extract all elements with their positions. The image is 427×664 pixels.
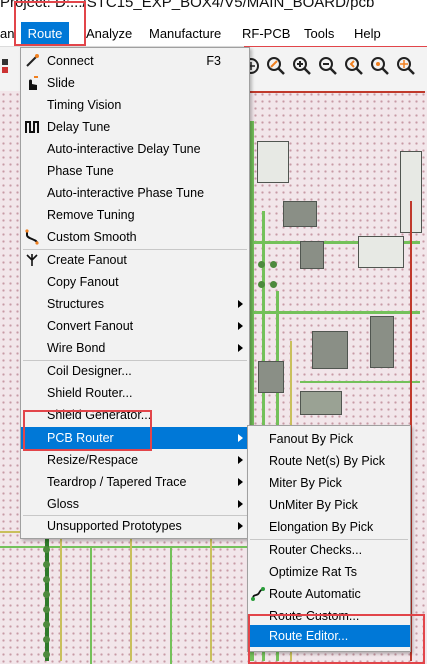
pcb-trace xyxy=(90,546,92,664)
pcb-pad xyxy=(258,281,265,288)
submenu-item-fanout-by-pick[interactable]: Fanout By Pick xyxy=(248,428,410,450)
pcb-pad xyxy=(258,261,265,268)
submenu-item-route-automatic[interactable]: Route Automatic xyxy=(248,583,410,605)
pcb-pad xyxy=(43,621,50,628)
pcb-component xyxy=(300,241,324,269)
menu-item-remove-tuning[interactable]: Remove Tuning xyxy=(21,204,249,226)
pcb-router-submenu: Fanout By Pick Route Net(s) By Pick Mite… xyxy=(247,425,411,652)
submenu-item-route-custom[interactable]: Route Custom... xyxy=(248,605,410,627)
pcb-pad xyxy=(43,561,50,568)
menu-rf-pcb[interactable]: RF-PCB xyxy=(236,22,296,46)
menu-item-connect[interactable]: Connect F3 xyxy=(21,50,249,72)
zoom-fit-icon[interactable] xyxy=(395,55,417,77)
pcb-component xyxy=(300,391,342,415)
pcb-pad xyxy=(43,591,50,598)
zoom-points-icon[interactable] xyxy=(265,55,287,77)
submenu-item-route-editor[interactable]: Route Editor... xyxy=(248,625,410,647)
submenu-item-route-nets-by-pick[interactable]: Route Net(s) By Pick xyxy=(248,450,410,472)
menu-item-resize-respace[interactable]: Resize/Respace xyxy=(21,449,249,471)
submenu-item-router-checks[interactable]: Router Checks... xyxy=(248,539,410,561)
pcb-pad xyxy=(43,636,50,643)
custom-smooth-icon xyxy=(24,229,40,245)
menu-help[interactable]: Help xyxy=(348,22,387,46)
window-title: Project: D:.../STC15_EXP_BOX4/V5/MAIN_BO… xyxy=(0,0,375,11)
submenu-arrow-icon xyxy=(238,434,243,442)
menu-item-structures[interactable]: Structures xyxy=(21,293,249,315)
pcb-component xyxy=(312,331,348,369)
menu-item-pcb-router[interactable]: PCB Router xyxy=(21,427,249,449)
menu-item-convert-fanout[interactable]: Convert Fanout xyxy=(21,315,249,337)
zoom-out-icon[interactable] xyxy=(317,55,339,77)
menu-route[interactable]: Route xyxy=(21,22,69,46)
pcb-component xyxy=(257,141,289,183)
pcb-pad xyxy=(270,261,277,268)
menu-file-partial[interactable]: an xyxy=(0,22,20,46)
window-title-bar: Project: D:.../STC15_EXP_BOX4/V5/MAIN_BO… xyxy=(0,0,427,22)
pcb-trace xyxy=(0,546,250,548)
menu-item-phase-tune[interactable]: Phase Tune xyxy=(21,160,249,182)
pcb-pad xyxy=(270,281,277,288)
menu-tools[interactable]: Tools xyxy=(298,22,340,46)
pcb-trace xyxy=(300,381,420,383)
zoom-previous-icon[interactable] xyxy=(343,55,365,77)
menu-item-unsupported-prototypes[interactable]: Unsupported Prototypes xyxy=(21,515,249,537)
route-automatic-icon xyxy=(250,586,266,602)
menu-item-gloss[interactable]: Gloss xyxy=(21,493,249,515)
menu-item-slide[interactable]: Slide xyxy=(21,72,249,94)
pcb-trace xyxy=(170,546,172,664)
menu-item-shield-generator[interactable]: Shield Generator... xyxy=(21,404,249,426)
slide-hand-icon xyxy=(24,75,40,91)
submenu-arrow-icon xyxy=(238,478,243,486)
connect-icon xyxy=(24,53,40,69)
pcb-component xyxy=(283,201,317,227)
submenu-arrow-icon xyxy=(238,500,243,508)
submenu-item-unmiter-by-pick[interactable]: UnMiter By Pick xyxy=(248,494,410,516)
submenu-arrow-icon xyxy=(238,300,243,308)
menu-bar: an Route Analyze Manufacture RF-PCB Tool… xyxy=(0,22,427,47)
menu-item-auto-interactive-delay-tune[interactable]: Auto-interactive Delay Tune xyxy=(21,138,249,160)
submenu-arrow-icon xyxy=(238,322,243,330)
board-outline xyxy=(245,91,425,93)
pcb-component xyxy=(258,361,284,393)
submenu-arrow-icon xyxy=(238,522,243,530)
pcb-component xyxy=(358,236,404,268)
pcb-pad xyxy=(43,546,50,553)
submenu-arrow-icon xyxy=(238,344,243,352)
menu-item-coil-designer[interactable]: Coil Designer... xyxy=(21,360,249,382)
menu-item-create-fanout[interactable]: Create Fanout xyxy=(21,249,249,271)
pcb-pad xyxy=(43,576,50,583)
menu-item-auto-interactive-phase-tune[interactable]: Auto-interactive Phase Tune xyxy=(21,182,249,204)
submenu-item-miter-by-pick[interactable]: Miter By Pick xyxy=(248,472,410,494)
zoom-in-icon[interactable] xyxy=(291,55,313,77)
menu-item-custom-smooth[interactable]: Custom Smooth xyxy=(21,226,249,248)
menu-item-timing-vision[interactable]: Timing Vision xyxy=(21,94,249,116)
pcb-component xyxy=(370,316,394,368)
pcb-trace xyxy=(60,531,62,661)
pcb-trace xyxy=(250,311,420,314)
pcb-trace xyxy=(130,531,132,661)
delay-tune-icon xyxy=(24,119,40,135)
create-fanout-icon xyxy=(24,252,40,268)
menu-analyze[interactable]: Analyze xyxy=(80,22,138,46)
submenu-item-optimize-rat-ts[interactable]: Optimize Rat Ts xyxy=(248,561,410,583)
menu-item-copy-fanout[interactable]: Copy Fanout xyxy=(21,271,249,293)
pcb-pad xyxy=(43,651,50,658)
submenu-item-elongation-by-pick[interactable]: Elongation By Pick xyxy=(248,516,410,538)
submenu-arrow-icon xyxy=(238,456,243,464)
toolbar-grid-icon[interactable] xyxy=(0,55,22,77)
pcb-trace xyxy=(210,531,212,661)
pcb-pad xyxy=(43,606,50,613)
route-dropdown-menu: Connect F3 Slide Timing Vision Delay Tun… xyxy=(20,47,250,539)
menu-manufacture[interactable]: Manufacture xyxy=(143,22,227,46)
menu-item-shield-router[interactable]: Shield Router... xyxy=(21,382,249,404)
zoom-center-icon[interactable] xyxy=(369,55,391,77)
menu-item-wire-bond[interactable]: Wire Bond xyxy=(21,337,249,359)
menu-item-teardrop-tapered-trace[interactable]: Teardrop / Tapered Trace xyxy=(21,471,249,493)
menu-item-delay-tune[interactable]: Delay Tune xyxy=(21,116,249,138)
